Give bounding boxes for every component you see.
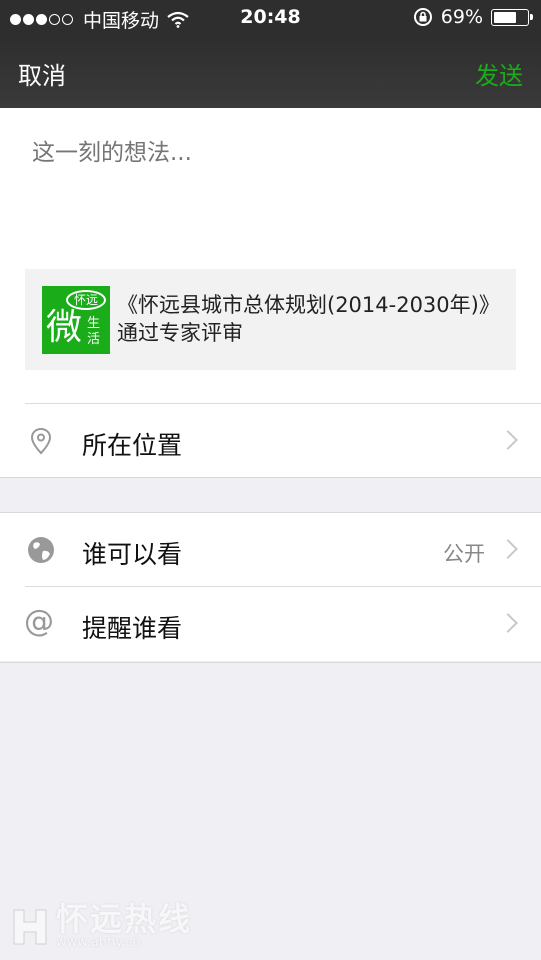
thumbnail-small-text: 生活 [87, 316, 101, 347]
location-pin-icon [30, 427, 52, 455]
globe-icon [28, 537, 54, 563]
location-row[interactable]: 所在位置 [0, 404, 541, 478]
shared-link-card[interactable]: 怀远 微 生活 《怀远县城市总体规划(2014-2030年)》通过专家评审 [25, 269, 516, 370]
battery-percent: 69% [440, 6, 483, 28]
mention-row[interactable]: @ 提醒谁看 [0, 587, 541, 661]
section-border [0, 662, 541, 663]
nav-bar: 取消 发送 [0, 36, 541, 108]
post-text-input[interactable] [32, 140, 512, 166]
watermark-text: 怀远热线 www.ahhy.cn [56, 902, 192, 950]
chevron-right-icon [498, 613, 518, 633]
rotation-lock-icon [413, 8, 432, 26]
watermark: 怀远热线 www.ahhy.cn [10, 902, 192, 950]
send-button[interactable]: 发送 [475, 56, 523, 91]
status-right: 69% [413, 6, 533, 28]
status-bar: 中国移动 20:48 69% [0, 0, 541, 36]
section-border [0, 477, 541, 478]
chevron-right-icon [498, 539, 518, 559]
at-icon: @ [24, 604, 54, 639]
shared-link-thumbnail: 怀远 微 生活 [42, 286, 110, 354]
watermark-sub: www.ahhy.cn [56, 935, 141, 950]
location-label: 所在位置 [82, 431, 183, 460]
visibility-value: 公开 [443, 542, 485, 566]
watermark-main: 怀远热线 [56, 900, 193, 938]
chevron-right-icon [498, 430, 518, 450]
cancel-button[interactable]: 取消 [18, 56, 66, 91]
visibility-row[interactable]: 谁可以看 公开 [0, 513, 541, 587]
battery-icon [491, 8, 533, 26]
shared-link-title: 《怀远县城市总体规划(2014-2030年)》通过专家评审 [117, 293, 500, 345]
visibility-label: 谁可以看 [82, 540, 183, 569]
mention-label: 提醒谁看 [82, 614, 183, 643]
watermark-logo-icon [13, 909, 47, 945]
thumbnail-big-char: 微 [46, 307, 83, 348]
battery-fill [494, 11, 517, 23]
